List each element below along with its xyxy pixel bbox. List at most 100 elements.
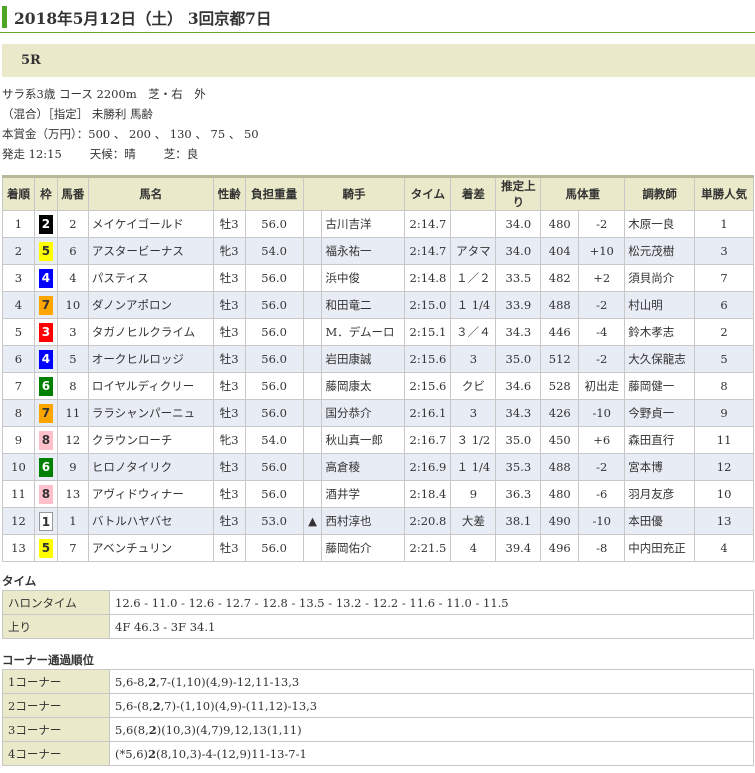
apprentice-mark [302,291,323,319]
race-number: 5R [21,53,41,68]
body-weight-diff: +10 [578,237,626,265]
last-3f: 35.3 [495,453,542,481]
waku-cell: 7 [33,399,58,427]
last-3f: 34.6 [495,372,542,400]
last-3f: 38.1 [495,507,542,535]
trainer-name[interactable]: 羽月友彦 [624,480,696,508]
trainer-name[interactable]: 鈴木孝志 [624,318,696,346]
race-class: （混合）［指定］ 未勝利 馬齢 [2,107,154,121]
results-header-row: 着順枠馬番 馬名 性齢 負担重量 騎手 タイム 着差 推定上り 馬体重 調教師 単勝人気 [2,176,754,211]
horse-name[interactable]: アヴィドウィナー [87,480,214,508]
sex-age: 牡3 [212,507,246,535]
jockey-name[interactable]: 和田竜二 [321,291,406,319]
body-weight: 496 [540,534,580,562]
last-3f: 33.5 [495,264,542,292]
waku-cell: 7 [33,291,58,319]
trainer-name[interactable]: 村山明 [624,291,696,319]
jockey-name[interactable]: 西村淳也 [321,507,406,535]
jockey-name[interactable]: 藤岡康太 [321,372,406,400]
win-popularity: 4 [694,534,754,562]
waku-badge: 7 [38,295,53,315]
win-popularity: 5 [694,345,754,373]
trainer-name[interactable]: 今野貞一 [624,399,696,427]
jockey-name[interactable]: 国分恭介 [321,399,406,427]
trainer-name[interactable]: 藤岡健一 [624,372,696,400]
waku-cell: 6 [33,453,58,481]
trainer-name[interactable]: 松元茂樹 [624,237,696,265]
horse-number: 7 [56,534,89,562]
finish-time: 2:18.4 [404,480,452,508]
sex-age: 牡3 [212,399,246,427]
trainer-name[interactable]: 中内田充正 [624,534,696,562]
win-popularity: 1 [694,210,754,238]
weight-carried: 56.0 [244,399,304,427]
win-popularity: 13 [694,507,754,535]
sex-age: 牡3 [212,318,246,346]
horse-name[interactable]: タガノヒルクライム [87,318,214,346]
jockey-name[interactable]: 酒井学 [321,480,406,508]
margin: 3 [450,399,497,427]
corner-order-after: ,7-(1,10)(4,9)-12,11-13,3 [156,674,300,689]
jockey-name[interactable]: 古川吉洋 [321,210,406,238]
horse-name[interactable]: オークヒルロッジ [87,345,214,373]
margin: ３／４ [450,318,497,346]
jockey-name[interactable]: 高倉稜 [321,453,406,481]
horse-name[interactable]: クラウンローチ [87,426,214,454]
horse-name[interactable]: ララシャンパーニュ [87,399,214,427]
horse-name[interactable]: バトルハヤバセ [87,507,214,535]
jockey-name[interactable]: 岩田康誠 [321,345,406,373]
horse-name[interactable]: アベンチュリン [87,534,214,562]
apprentice-mark [302,453,323,481]
horse-name[interactable]: アスタービーナス [87,237,214,265]
trainer-name[interactable]: 木原一良 [624,210,696,238]
body-weight: 490 [540,507,580,535]
corner-order: 5,6-(8,2,7)-(1,10)(4,9)-(11,12)-13,3 [109,693,754,718]
corner-row: 3コーナー 5,6(8,2)(10,3)(4,7)9,12,13(1,11) [2,717,754,742]
race-prize: 本賞金（万円）：500 、 200 、 130 、 75 、 50 [2,127,259,141]
win-popularity: 10 [694,480,754,508]
waku-cell: 4 [33,345,58,373]
horse-name[interactable]: ロイヤルディクリー [87,372,214,400]
horse-name[interactable]: メイケイゴールド [87,210,214,238]
corner-row: 1コーナー 5,6-8,2,7-(1,10)(4,9)-12,11-13,3 [2,669,754,694]
jockey-name[interactable]: 福永祐一 [321,237,406,265]
weight-carried: 54.0 [244,237,304,265]
race-start-line: 発走 12:15 天候：晴 芝：良 [2,144,259,164]
jockey-name[interactable]: 秋山真一郎 [321,426,406,454]
horse-number: 4 [56,264,89,292]
trainer-name[interactable]: 森田直行 [624,426,696,454]
last-3f: 36.3 [495,480,542,508]
time-section-title: タイム [2,574,37,588]
results-table: 着順枠馬番 馬名 性齢 負担重量 騎手 タイム 着差 推定上り 馬体重 調教師 単勝人気 1 2 2 メイ… [2,175,754,562]
win-popularity: 12 [694,453,754,481]
trainer-name[interactable]: 須貝尚介 [624,264,696,292]
jockey-name[interactable]: 藤岡佑介 [321,534,406,562]
margin: クビ [450,372,497,400]
sex-age: 牡3 [212,345,246,373]
weight-carried: 56.0 [244,210,304,238]
horse-name[interactable]: ヒロノタイリク [87,453,214,481]
weight-carried: 56.0 [244,534,304,562]
trainer-name[interactable]: 宮本博 [624,453,696,481]
apprentice-mark [302,534,323,562]
trainer-name[interactable]: 大久保龍志 [624,345,696,373]
trainer-name[interactable]: 本田優 [624,507,696,535]
finish-time: 2:15.6 [404,345,452,373]
jockey-name[interactable]: 浜中俊 [321,264,406,292]
waku-badge: 5 [38,241,53,261]
margin: １ 1/4 [450,291,497,319]
jockey-name[interactable]: M．デムーロ [321,318,406,346]
header-accent-bar [2,6,7,28]
sex-age: 牡3 [212,264,246,292]
finish-position: 9 [2,426,35,454]
finish-time: 2:15.6 [404,372,452,400]
horse-name[interactable]: パスティス [87,264,214,292]
body-weight-diff: -8 [578,534,626,562]
corner-order-before: 5,6-8, [115,674,149,689]
corner-order-after: (8,10,3)-4-(12,9)11-13-7-1 [156,746,307,761]
table-row: 3 4 4 パスティス 牡3 56.0 浜中俊 2:14.8 １／２ 33.5 482 +2 須貝尚介 7 [2,264,754,292]
apprentice-mark [302,318,323,346]
column-header: 性齢 [212,176,246,211]
table-row: 6 4 5 オークヒルロッジ 牡3 56.0 岩田康誠 2:15.6 3 35.0 512 -2 大久保… [2,345,754,373]
horse-name[interactable]: ダノンアポロン [87,291,214,319]
